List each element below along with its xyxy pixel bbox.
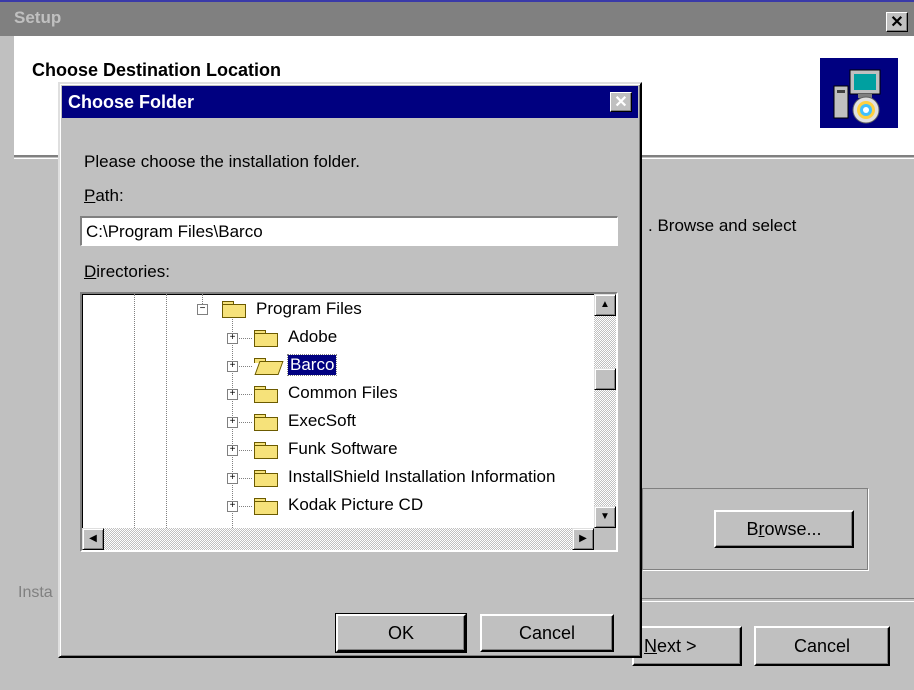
path-label-mnemonic: P xyxy=(84,186,96,205)
tree-node-label: Common Files xyxy=(288,383,398,402)
tree-node-label: Adobe xyxy=(288,327,338,346)
folder-icon xyxy=(254,470,278,487)
install-shield-label: Insta xyxy=(18,584,53,601)
path-input[interactable] xyxy=(80,216,618,246)
setup-cancel-button[interactable]: Cancel xyxy=(754,626,890,666)
tree-node-label: Kodak Picture CD xyxy=(288,495,424,514)
tree-node[interactable]: + Common Files xyxy=(82,380,602,408)
scroll-right-button[interactable]: ▶ xyxy=(572,528,594,550)
ok-button[interactable]: OK xyxy=(335,613,467,653)
tree-node[interactable]: + Funk Software xyxy=(82,436,602,464)
dialog-cancel-label: Cancel xyxy=(518,623,576,643)
collapse-icon[interactable]: − xyxy=(197,304,208,315)
directories-label: Directories: xyxy=(84,262,170,282)
tree-node[interactable]: + Adobe xyxy=(82,324,602,352)
tree-node[interactable]: + ExecSoft xyxy=(82,408,602,436)
expand-icon[interactable]: + xyxy=(227,361,238,372)
expand-icon[interactable]: + xyxy=(227,417,238,428)
horizontal-scrollbar[interactable]: ◀ ▶ xyxy=(82,528,594,550)
dialog-title: Choose Folder xyxy=(68,92,195,112)
folder-icon xyxy=(222,301,246,318)
next-label-mnemonic: N xyxy=(644,636,657,656)
tree-node[interactable]: + Kodak Picture CD xyxy=(82,492,602,520)
close-icon: ✕ xyxy=(890,14,904,31)
choose-folder-dialog: Choose Folder ✕ Please choose the instal… xyxy=(58,82,642,658)
directory-tree[interactable]: − Program Files + Adobe + Barco + Common File… xyxy=(80,292,618,552)
next-label-part: ext > xyxy=(657,636,697,656)
scroll-up-button[interactable]: ▲ xyxy=(594,294,616,316)
setup-title: Setup xyxy=(14,8,62,27)
expand-icon[interactable]: + xyxy=(227,473,238,484)
tree-node-label: Program Files xyxy=(256,299,362,318)
next-button[interactable]: Next > xyxy=(632,626,742,666)
path-label: Path: xyxy=(84,186,124,206)
browse-label-part: B xyxy=(746,519,759,539)
directories-label-rest: irectories: xyxy=(96,262,170,281)
setup-computer-cd-icon xyxy=(820,58,898,128)
tree-node-program-files[interactable]: − Program Files xyxy=(82,296,582,324)
directories-label-mnemonic: D xyxy=(84,262,97,281)
setup-page-heading: Choose Destination Location xyxy=(32,60,282,80)
setup-close-button[interactable]: ✕ xyxy=(886,12,908,32)
setup-body-text: . Browse and select xyxy=(648,216,797,235)
folder-icon xyxy=(254,330,278,347)
folder-icon xyxy=(254,442,278,459)
setup-left-edge xyxy=(0,36,14,690)
tree-node[interactable]: + Barco xyxy=(82,352,602,380)
expand-icon[interactable]: + xyxy=(227,445,238,456)
folder-icon xyxy=(254,414,278,431)
scroll-down-button[interactable]: ▼ xyxy=(594,506,616,528)
path-label-rest: ath: xyxy=(95,186,124,205)
dialog-cancel-button[interactable]: Cancel xyxy=(480,614,614,652)
folder-icon xyxy=(254,498,278,515)
expand-icon[interactable]: + xyxy=(227,389,238,400)
ok-label: OK xyxy=(387,623,414,643)
open-folder-icon xyxy=(254,358,284,375)
browse-label-part: owse... xyxy=(764,519,822,539)
dialog-prompt: Please choose the installation folder. xyxy=(84,152,360,171)
tree-node-label: Funk Software xyxy=(288,439,398,458)
tree-node-label: InstallShield Installation Information xyxy=(288,467,556,486)
browse-button[interactable]: Browse... xyxy=(714,510,854,548)
scroll-thumb[interactable] xyxy=(594,368,616,390)
expand-icon[interactable]: + xyxy=(227,501,238,512)
close-icon: ✕ xyxy=(614,94,628,111)
vertical-scrollbar[interactable]: ▲ ▼ xyxy=(594,294,616,528)
folder-icon xyxy=(254,386,278,403)
dialog-title-bar[interactable]: Choose Folder ✕ xyxy=(62,86,638,118)
setup-title-bar[interactable]: Setup ✕ xyxy=(0,0,914,36)
dialog-close-button[interactable]: ✕ xyxy=(610,92,632,112)
tree-node-label: ExecSoft xyxy=(288,411,357,430)
scroll-left-button[interactable]: ◀ xyxy=(82,528,104,550)
tree-node-label: Barco xyxy=(286,354,338,376)
scrollbar-corner xyxy=(594,528,616,550)
setup-cancel-label: Cancel xyxy=(793,636,851,656)
tree-node[interactable]: + InstallShield Installation Information xyxy=(82,464,602,492)
expand-icon[interactable]: + xyxy=(227,333,238,344)
